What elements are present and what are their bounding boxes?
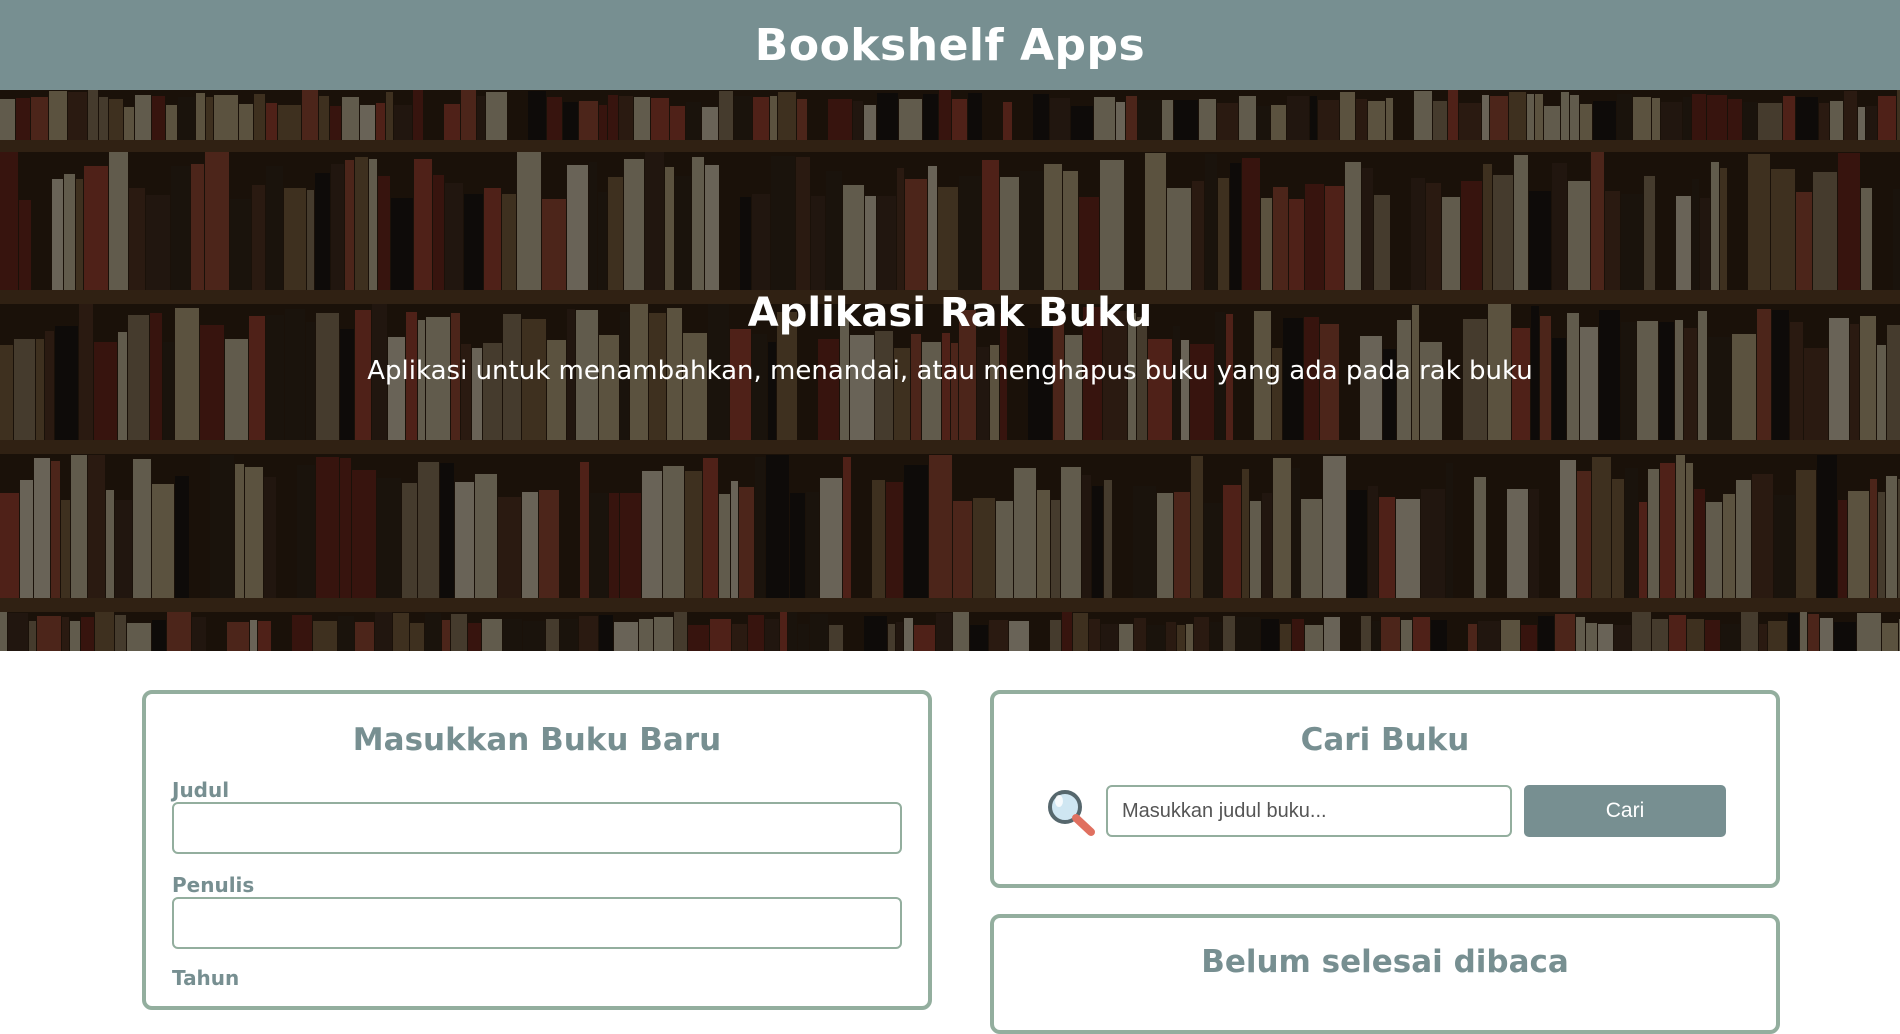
hero-title: Aplikasi Rak Buku (747, 290, 1153, 336)
search-book-panel: Cari Buku Masukkan judul buku... Cari (990, 690, 1780, 888)
year-label: Tahun (172, 966, 240, 990)
search-input[interactable]: Masukkan judul buku... (1106, 785, 1512, 837)
title-label: Judul (172, 778, 230, 802)
hero-subtitle: Aplikasi untuk menambahkan, menandai, at… (367, 356, 1533, 386)
search-title: Cari Buku (1300, 722, 1470, 758)
author-label: Penulis (172, 873, 255, 897)
add-book-title: Masukkan Buku Baru (352, 722, 722, 758)
add-book-form: Masukkan Buku Baru Judul Penulis Tahun (142, 690, 932, 1010)
app-header: Bookshelf Apps (0, 0, 1900, 90)
hero-banner: Aplikasi Rak Buku Aplikasi untuk menamba… (0, 90, 1900, 651)
author-input[interactable] (172, 897, 902, 949)
app-title: Bookshelf Apps (754, 19, 1146, 71)
title-input[interactable] (172, 802, 902, 854)
search-button[interactable]: Cari (1524, 785, 1726, 837)
unread-shelf-panel: Belum selesai dibaca (990, 914, 1780, 1034)
unread-shelf-title: Belum selesai dibaca (1201, 944, 1569, 980)
magnifier-icon (1048, 790, 1095, 836)
